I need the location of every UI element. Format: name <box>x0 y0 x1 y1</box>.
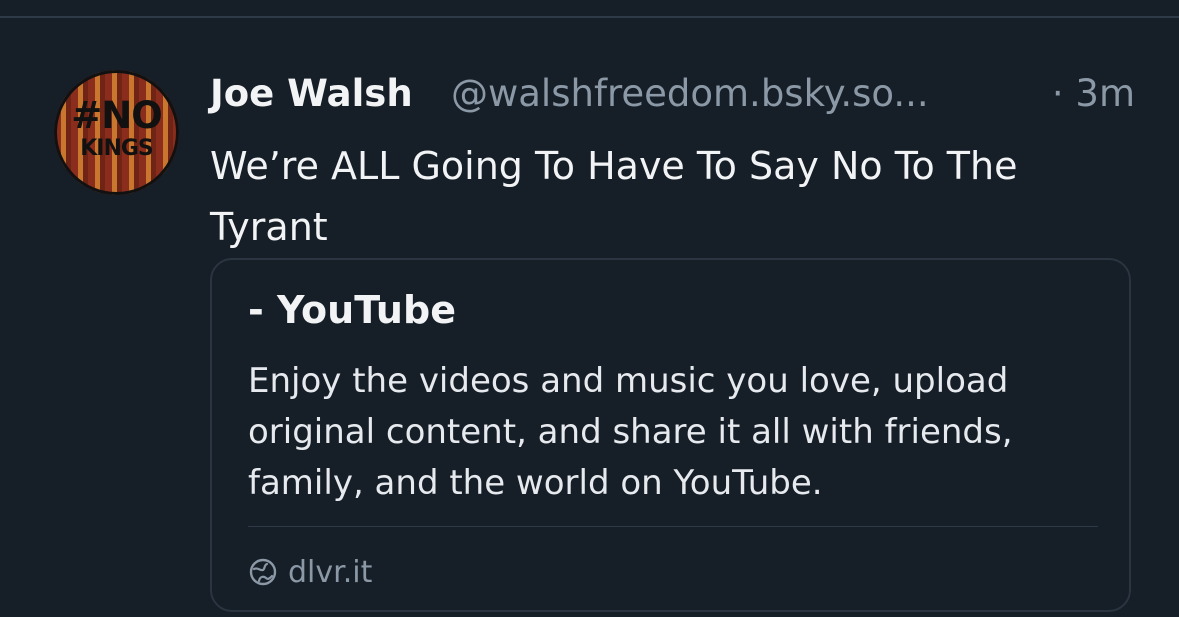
avatar-text-line2: KINGS <box>80 136 154 161</box>
post-timestamp[interactable]: · 3m <box>1052 72 1135 115</box>
avatar[interactable]: #NO KINGS <box>54 70 179 195</box>
link-card-domain-text: dlvr.it <box>288 554 373 590</box>
globe-icon <box>249 558 277 586</box>
link-card-domain: dlvr.it <box>248 552 372 592</box>
link-card-description: Enjoy the videos and music you love, upl… <box>248 361 1013 503</box>
avatar-text-line1: #NO <box>71 94 162 137</box>
post-header: Joe Walsh @walshfreedom.bsky.so... · 3m <box>210 72 1135 118</box>
link-card-title: - YouTube <box>248 288 456 332</box>
author-handle[interactable]: @walshfreedom.bsky.so... <box>451 72 929 115</box>
post[interactable]: #NO KINGS Joe Walsh @walshfreedom.bsky.s… <box>0 18 1179 617</box>
author-name[interactable]: Joe Walsh <box>210 72 413 115</box>
post-text: We’re ALL Going To Have To Say No To The… <box>210 144 1018 249</box>
link-card[interactable]: - YouTube Enjoy the videos and music you… <box>210 258 1131 612</box>
link-card-divider <box>248 526 1098 527</box>
